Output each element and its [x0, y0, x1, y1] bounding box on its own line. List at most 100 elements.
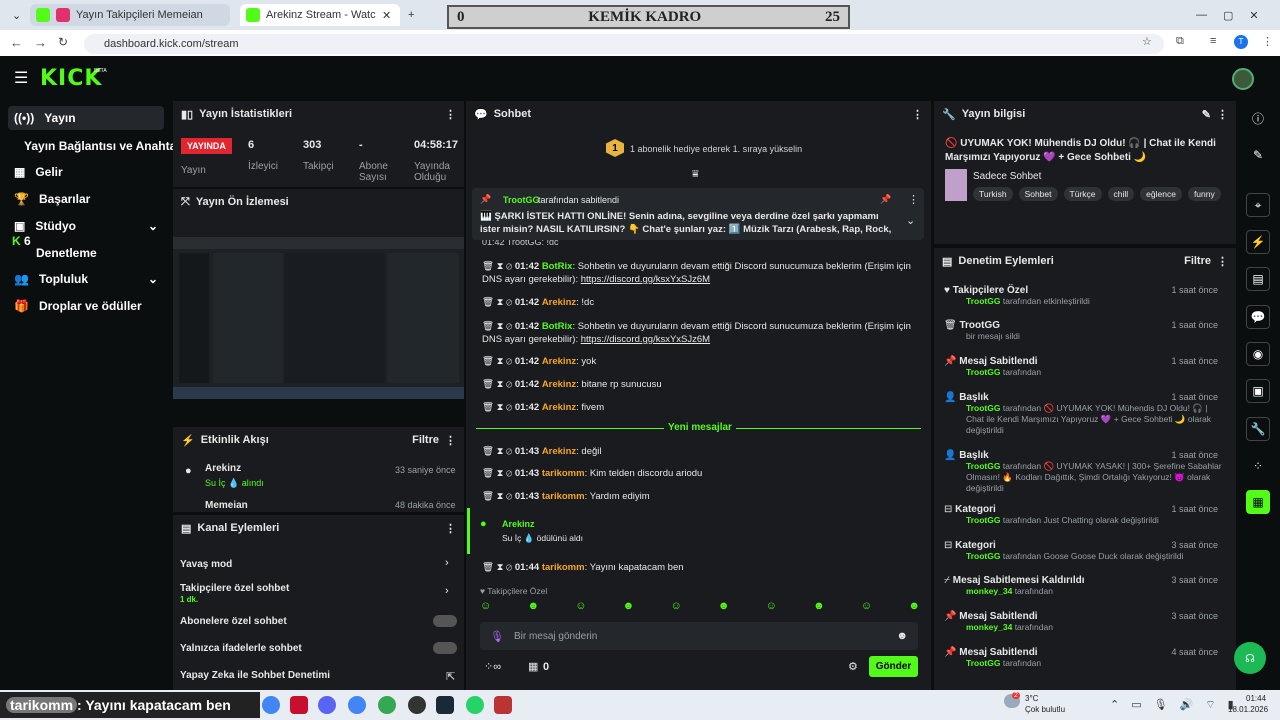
message-user[interactable]: BotRix [542, 261, 573, 272]
user-avatar[interactable] [1232, 68, 1254, 90]
tab-1[interactable]: Yayın Takipçileri Memeian [30, 4, 230, 26]
extensions-icon[interactable]: ⧉ [1176, 35, 1184, 48]
delete-icon[interactable]: 🗑 [482, 379, 494, 390]
chrome-icon[interactable] [262, 696, 280, 714]
redeem-user[interactable]: Arekinz [502, 519, 535, 529]
emote-only-toggle[interactable] [433, 642, 457, 654]
emote-icon[interactable]: ☺ [766, 600, 777, 616]
settings-gear-icon[interactable]: ⚙ [848, 660, 858, 673]
message-user[interactable]: Arekinz [542, 297, 576, 308]
edit-pencil-icon[interactable]: ✎ [1202, 108, 1211, 121]
more-icon[interactable]: ⋮ [912, 108, 923, 121]
delete-icon[interactable]: 🗑 [482, 261, 494, 272]
nav-yayin[interactable]: ((•)) Yayın [8, 106, 164, 130]
stream-preview-video[interactable] [173, 237, 464, 399]
store-icon[interactable]: ▦ [528, 660, 538, 673]
nav-droplar[interactable]: 🎁 Droplar ve ödüller [8, 294, 164, 318]
mod-item-user[interactable]: TrootGG [966, 403, 1000, 413]
mod-item-user[interactable]: TrootGG [966, 461, 1000, 471]
close-icon[interactable]: ✕ [382, 9, 391, 22]
message-user[interactable]: Arekinz [542, 356, 576, 367]
chevron-right-icon[interactable]: › [445, 585, 449, 597]
message-user[interactable]: Arekinz [542, 446, 576, 457]
message-user[interactable]: Arekinz [542, 379, 576, 390]
timeout-icon[interactable]: ⧗ [497, 468, 504, 479]
message-user[interactable]: tarikomm [542, 491, 585, 502]
layout-icon[interactable]: ▣ [1246, 379, 1270, 403]
emote-icon[interactable]: ☻ [623, 600, 635, 616]
delete-icon[interactable]: 🗑 [482, 402, 494, 413]
timeout-icon[interactable]: ⧗ [497, 491, 504, 502]
emoji-icon[interactable]: ☻ [896, 630, 908, 642]
emote-icon[interactable]: ☻ [718, 600, 730, 616]
message-user[interactable]: Arekinz [542, 402, 576, 413]
menu-icon[interactable]: ⋮ [1262, 35, 1273, 48]
emote-icon[interactable]: ☻ [527, 600, 539, 616]
more-icon[interactable]: ⋮ [445, 434, 456, 447]
ban-icon[interactable]: ⊘ [506, 446, 512, 457]
emote-icon[interactable]: ☺ [861, 600, 872, 616]
unpin-icon[interactable]: 📌 [880, 194, 891, 205]
activity-user[interactable]: Arekinz [205, 463, 241, 474]
message-user[interactable]: tarikomm [542, 468, 585, 479]
timeout-icon[interactable]: ⧗ [497, 261, 504, 272]
document-icon[interactable]: ▤ [1246, 267, 1270, 291]
microphone-icon[interactable]: 🎙 [490, 630, 504, 643]
message-link[interactable]: https://discord.gg/ksxYxSJz6M [581, 274, 710, 285]
emote-icon[interactable]: ☻ [908, 600, 920, 616]
app-l-icon[interactable] [290, 696, 308, 714]
chat-icon[interactable]: 💬 [1246, 305, 1270, 329]
nav-denetleme[interactable]: Denetleme [8, 241, 164, 265]
more-icon[interactable]: ⋮ [445, 522, 456, 535]
nav-topluluk[interactable]: 👥 Topluluk ⌄ [8, 267, 164, 291]
collapse-icon[interactable]: ⩸ [692, 168, 699, 181]
category-name[interactable]: Sadece Sohbet [973, 171, 1041, 182]
timeout-icon[interactable]: ⧗ [497, 446, 504, 457]
tag[interactable]: eğlence [1140, 187, 1182, 201]
volume-icon[interactable]: 🔊 [1180, 698, 1194, 712]
add-widget-icon[interactable]: ▦ [1246, 490, 1270, 514]
mod-item-user[interactable]: TrootGG [966, 296, 1000, 306]
ban-icon[interactable]: ⊘ [506, 379, 512, 390]
emote-icon[interactable]: ☺ [670, 600, 681, 616]
nav-studyo[interactable]: ▣ Stüdyo ⌄ [8, 214, 164, 238]
chevron-down-icon[interactable]: ⌄ [906, 214, 915, 227]
ban-icon[interactable]: ⊘ [506, 562, 512, 573]
hamburger-icon[interactable]: ☰ [14, 68, 28, 88]
system-tray[interactable]: ⌃ ▭ 🎙 🔊 ⌔ ▮ [1110, 698, 1234, 712]
tag[interactable]: funny [1187, 187, 1221, 201]
maximize-icon[interactable]: ▢ [1223, 9, 1233, 22]
window-controls[interactable]: — ▢ ✕ [1190, 4, 1265, 26]
timeout-icon[interactable]: ⧗ [497, 356, 504, 367]
tag[interactable]: Türkçe [1063, 187, 1102, 201]
timeout-icon[interactable]: ⧗ [497, 321, 504, 332]
activity-user[interactable]: Memeian [205, 500, 248, 511]
ban-icon[interactable]: ⊘ [506, 402, 512, 413]
delete-icon[interactable]: 🗑 [482, 491, 494, 502]
chrome-icon[interactable] [348, 696, 366, 714]
delete-icon[interactable]: 🗑 [482, 356, 494, 367]
more-icon[interactable]: ⋮ [445, 108, 456, 121]
subs-only-toggle[interactable] [433, 615, 457, 627]
obs-icon[interactable] [408, 696, 426, 714]
tab-2[interactable]: Arekinz Stream - Watch Live on ✕ [240, 4, 400, 26]
wrench-icon[interactable]: 🔧 [1246, 417, 1270, 441]
external-link-icon[interactable]: ⇱ [446, 670, 455, 683]
delete-icon[interactable]: 🗑 [482, 321, 494, 332]
filter-button[interactable]: Filtre [1184, 255, 1211, 267]
more-icon[interactable]: ⋮ [908, 193, 919, 206]
whatsapp-icon[interactable] [466, 696, 484, 714]
nav-gelir[interactable]: ▦ Gelir [8, 160, 164, 184]
chrome-icon[interactable] [378, 696, 396, 714]
bookmark-star-icon[interactable]: ☆ [1142, 35, 1152, 48]
emote-icon[interactable]: ☻ [813, 600, 825, 616]
delete-icon[interactable]: 🗑 [482, 562, 494, 573]
forward-icon[interactable]: → [34, 35, 47, 50]
filter-button[interactable]: Filtre [412, 434, 439, 446]
more-icon[interactable]: ⋮ [1217, 255, 1228, 268]
lightning-icon[interactable]: ⚡ [1246, 230, 1270, 254]
timeout-icon[interactable]: ⧗ [497, 297, 504, 308]
tray-app-icon[interactable]: ▭ [1131, 698, 1141, 712]
mod-item-user[interactable]: monkey_34 [966, 622, 1012, 632]
send-button[interactable]: Gönder [869, 656, 918, 677]
